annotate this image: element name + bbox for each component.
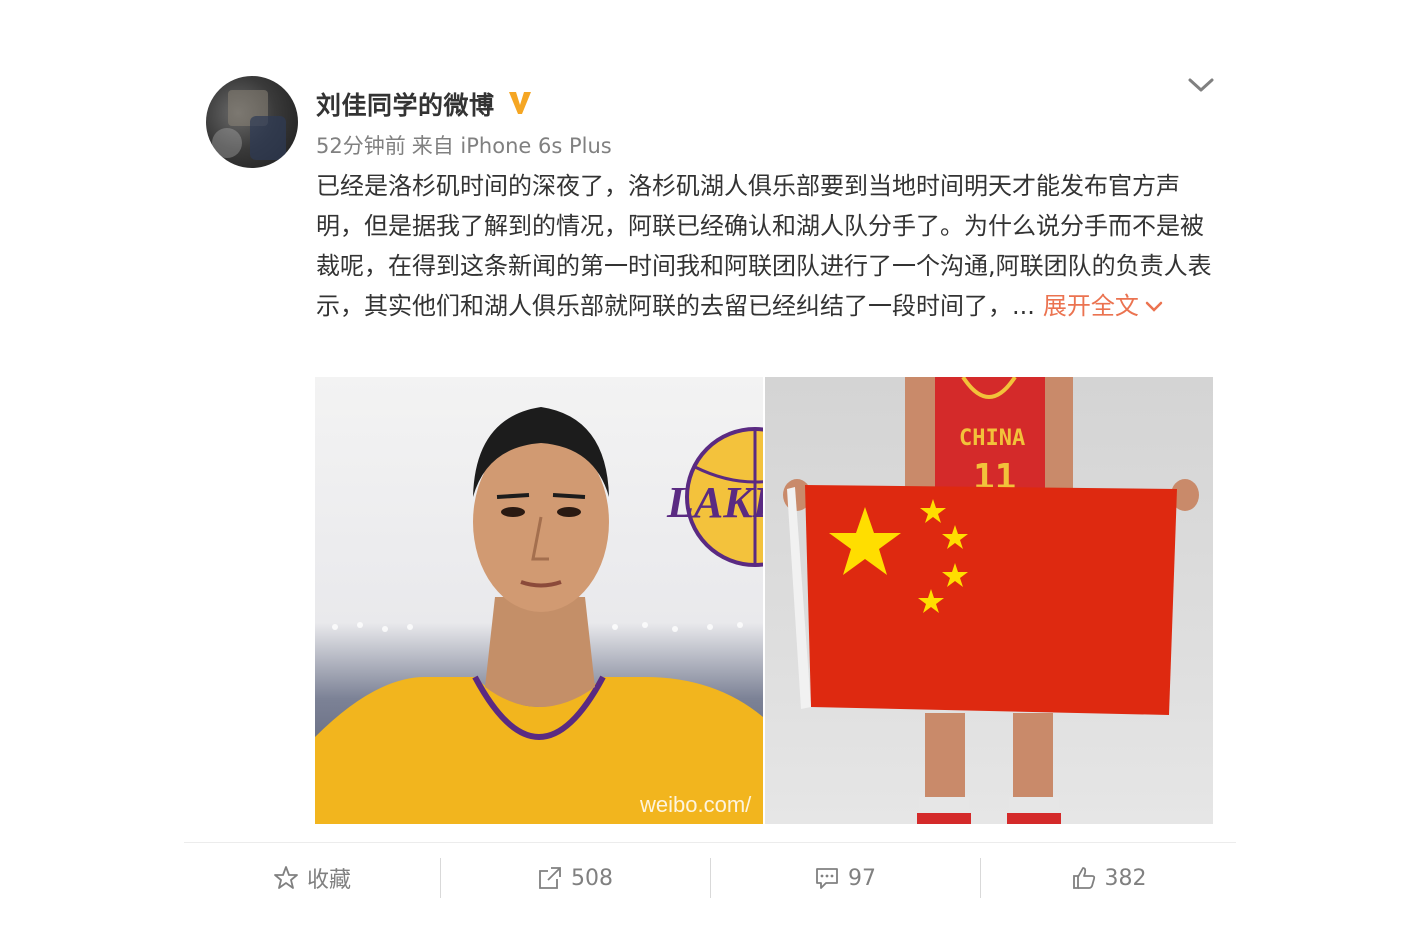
expand-label: 展开全文 [1042,292,1139,320]
post-source[interactable]: 来自 iPhone 6s Plus [412,134,612,158]
favorite-button[interactable]: 收藏 [184,858,440,898]
star-icon [274,866,298,889]
post-meta: 52分钟前 来自 iPhone 6s Plus [316,130,612,160]
player-portrait-image: LAKERS weibo.com/ [315,407,763,824]
comment-button[interactable]: 97 [711,858,979,898]
post-image-left[interactable]: LAKERS weibo.com/ [315,377,763,824]
thumbs-up-icon [1072,867,1095,889]
watermark-text: weibo.com/ [639,792,752,817]
repost-count: 508 [571,865,613,891]
chevron-down-icon[interactable] [1186,74,1216,96]
post-time[interactable]: 52分钟前 [316,134,406,158]
post-text: 已经是洛杉矶时间的深夜了，洛杉矶湖人俱乐部要到当地时间明天才能发布官方声明，但是… [316,166,1216,326]
lakers-logo-text: LAKERS [666,478,763,527]
avatar[interactable] [206,76,298,168]
chevron-down-icon [1145,301,1163,312]
verified-badge-icon [509,92,531,114]
comment-icon [816,868,838,889]
share-icon [539,867,561,889]
username-link[interactable]: 刘佳同学的微博 [316,86,495,122]
favorite-label: 收藏 [306,868,351,893]
like-button[interactable]: 382 [981,858,1236,898]
action-bar-divider [184,842,1236,843]
comment-count: 97 [848,865,876,891]
expand-full-text-link[interactable]: 展开全文 [1043,292,1163,320]
player-flag-image: CHINA 11 [783,377,1199,824]
post-image-right[interactable]: CHINA 11 [765,377,1213,824]
like-count: 382 [1104,865,1147,891]
jersey-text: CHINA [959,426,1025,451]
repost-button[interactable]: 508 [441,858,709,898]
